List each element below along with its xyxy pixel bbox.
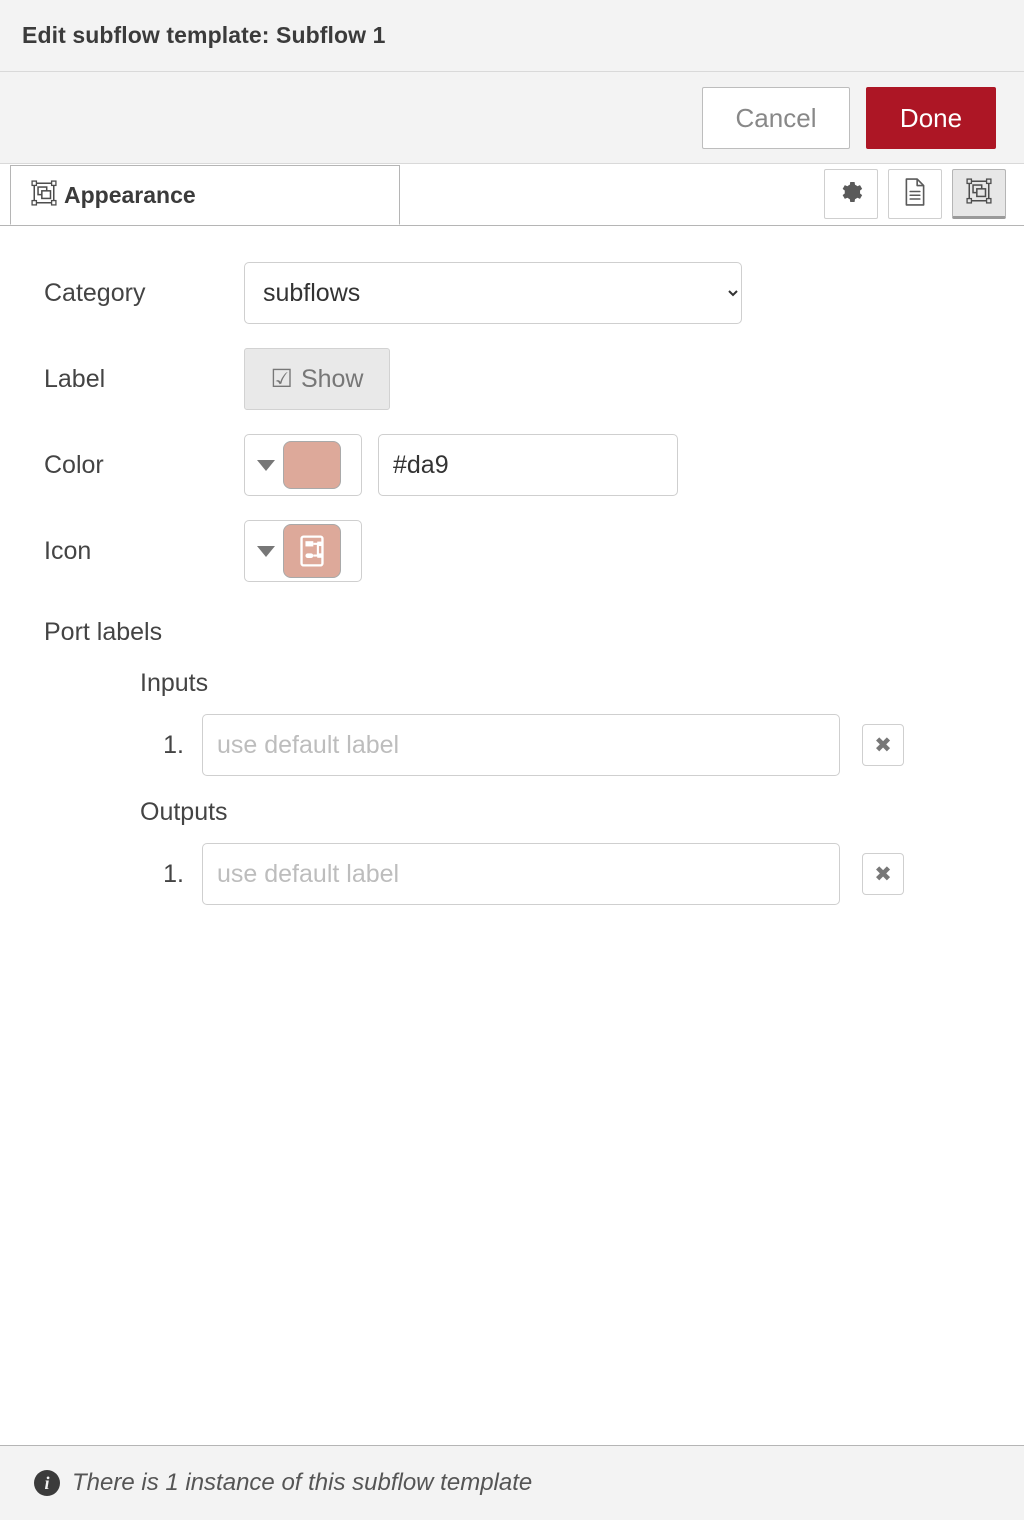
tab-tools — [824, 169, 1006, 219]
tab-bar: Appearance — [0, 164, 1024, 226]
color-swatch — [283, 441, 341, 489]
done-button[interactable]: Done — [866, 87, 996, 149]
appearance-button[interactable] — [952, 169, 1006, 219]
subflow-appearance-icon — [31, 180, 57, 211]
output-port-index: 1. — [140, 860, 202, 889]
subflow-appearance-icon — [966, 178, 992, 209]
color-label: Color — [44, 451, 244, 480]
category-select[interactable]: subflows — [244, 262, 742, 324]
color-value-input[interactable] — [378, 434, 678, 496]
color-row: Color — [0, 434, 1024, 496]
subflow-icon — [297, 534, 327, 568]
label-show-toggle[interactable]: ☑ Show — [244, 348, 390, 410]
dialog-title: Edit subflow template: Subflow 1 — [22, 22, 386, 49]
outputs-title: Outputs — [0, 798, 1024, 827]
document-icon — [902, 178, 928, 211]
output-port-row: 1. ✖ — [0, 843, 1024, 905]
cancel-button[interactable]: Cancel — [702, 87, 850, 149]
category-label: Category — [44, 279, 244, 308]
chevron-down-icon — [257, 460, 275, 471]
dialog-actionbar: Cancel Done — [0, 72, 1024, 164]
chevron-down-icon — [257, 546, 275, 557]
info-icon: i — [34, 1470, 60, 1496]
footer-status-text: There is 1 instance of this subflow temp… — [72, 1469, 532, 1497]
category-row: Category subflows — [0, 262, 1024, 324]
icon-swatch — [283, 524, 341, 578]
properties-button[interactable] — [824, 169, 878, 219]
input-port-row: 1. ✖ — [0, 714, 1024, 776]
tab-appearance[interactable]: Appearance — [10, 165, 400, 225]
label-label: Label — [44, 365, 244, 394]
color-picker-button[interactable] — [244, 434, 362, 496]
tab-label: Appearance — [64, 182, 196, 209]
input-port-index: 1. — [140, 731, 202, 760]
gear-icon — [838, 179, 864, 210]
output-port-label-field[interactable] — [202, 843, 840, 905]
output-port-delete-button[interactable]: ✖ — [862, 853, 904, 895]
dialog-titlebar: Edit subflow template: Subflow 1 — [0, 0, 1024, 72]
port-labels-title: Port labels — [0, 618, 1024, 647]
icon-label: Icon — [44, 537, 244, 566]
label-row: Label ☑ Show — [0, 348, 1024, 410]
label-show-text: Show — [301, 365, 364, 394]
dialog-footer: i There is 1 instance of this subflow te… — [0, 1445, 1024, 1520]
input-port-delete-button[interactable]: ✖ — [862, 724, 904, 766]
inputs-title: Inputs — [0, 669, 1024, 698]
icon-picker-button[interactable] — [244, 520, 362, 582]
icon-row: Icon — [0, 520, 1024, 582]
appearance-panel: Category subflows Label ☑ Show Color Ico… — [0, 226, 1024, 1445]
input-port-label-field[interactable] — [202, 714, 840, 776]
description-button[interactable] — [888, 169, 942, 219]
edit-subflow-dialog: Edit subflow template: Subflow 1 Cancel … — [0, 0, 1024, 1520]
checkbox-checked-icon: ☑ — [271, 367, 293, 392]
